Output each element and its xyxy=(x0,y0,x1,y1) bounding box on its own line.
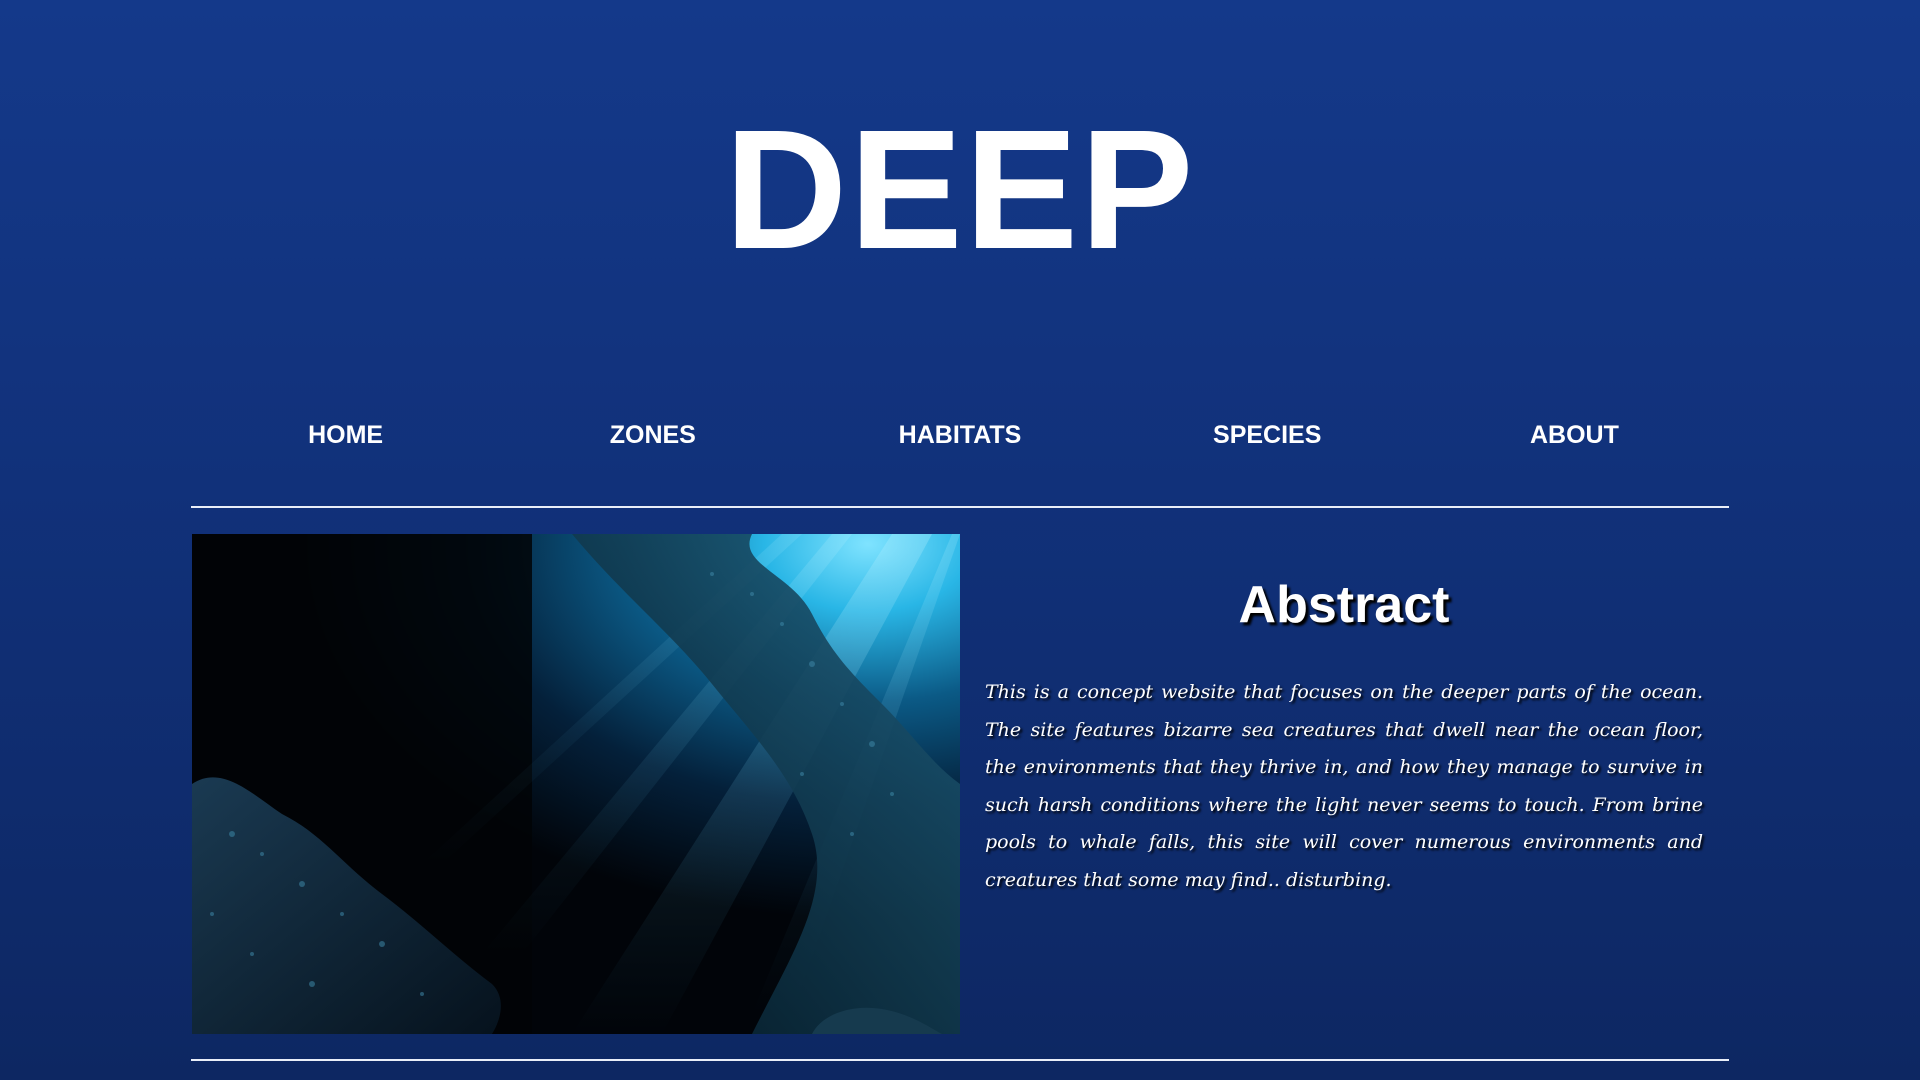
underwater-cave-image xyxy=(192,534,960,1034)
nav-item-zones[interactable]: ZONES xyxy=(499,415,806,455)
nav-divider xyxy=(191,506,1729,508)
main-nav: HOME ZONES HABITATS SPECIES ABOUT xyxy=(192,415,1728,455)
nav-item-about[interactable]: ABOUT xyxy=(1421,415,1728,455)
nav-item-species[interactable]: SPECIES xyxy=(1114,415,1421,455)
nav-item-home[interactable]: HOME xyxy=(192,415,499,455)
content-divider xyxy=(191,1059,1729,1061)
abstract-body: This is a concept website that focuses o… xyxy=(985,681,1703,891)
abstract-heading: Abstract xyxy=(1238,576,1450,634)
nav-item-habitats[interactable]: HABITATS xyxy=(806,415,1113,455)
site-title: DEEP xyxy=(724,95,1196,285)
